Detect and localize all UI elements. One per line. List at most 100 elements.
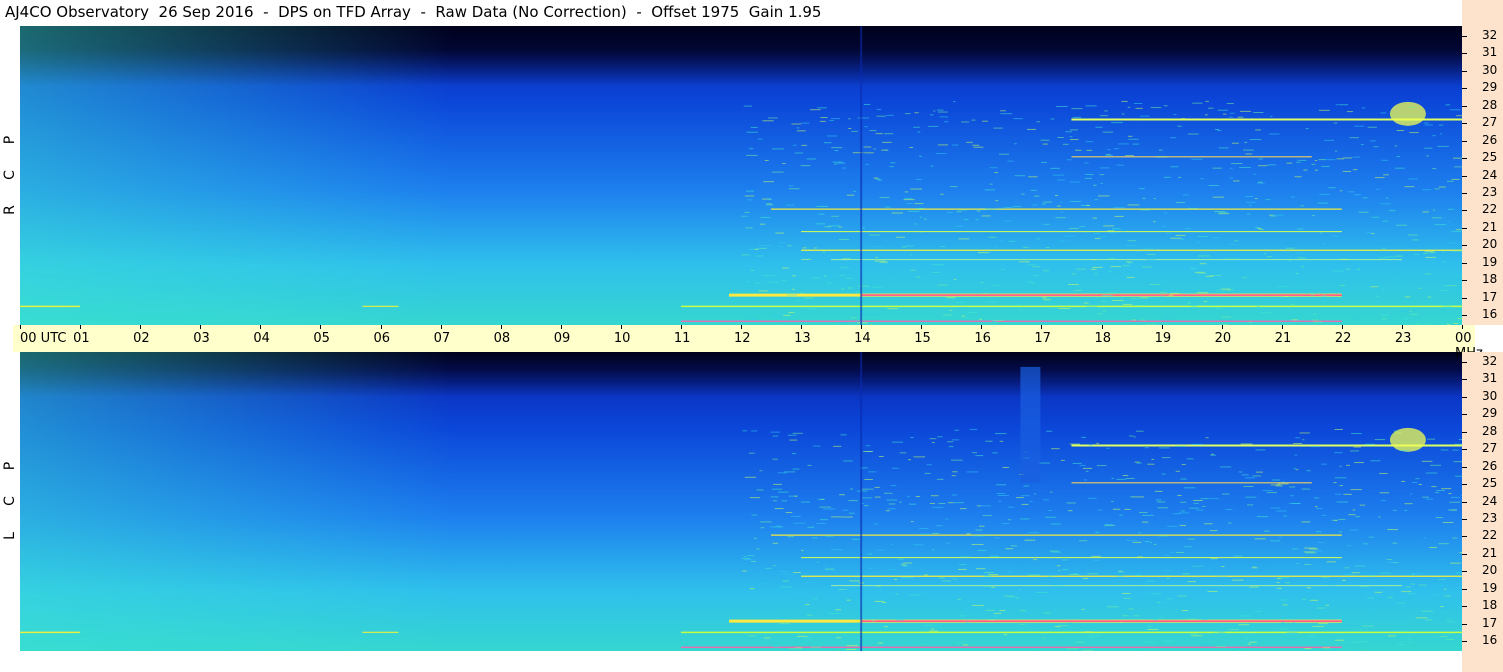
speckle bbox=[1442, 251, 1445, 253]
speckle bbox=[1319, 193, 1330, 195]
speckle bbox=[1429, 546, 1437, 548]
speckle bbox=[994, 612, 1002, 614]
speckle bbox=[959, 615, 967, 617]
time-tick-label: 04 bbox=[253, 331, 270, 346]
speckle bbox=[871, 620, 876, 622]
speckle bbox=[763, 611, 775, 613]
frequency-tick bbox=[1462, 210, 1467, 212]
speckle bbox=[755, 248, 759, 250]
speckle bbox=[1061, 559, 1068, 561]
speckle bbox=[956, 642, 964, 644]
speckle bbox=[1132, 496, 1145, 498]
speckle bbox=[1122, 475, 1129, 477]
speckle bbox=[883, 645, 890, 647]
speckle bbox=[1005, 548, 1014, 550]
speckle bbox=[1178, 176, 1182, 178]
time-tick-label: 18 bbox=[1094, 331, 1112, 346]
speckle bbox=[930, 165, 934, 167]
speckle bbox=[1220, 288, 1231, 290]
speckle bbox=[1028, 574, 1040, 576]
speckle bbox=[1232, 180, 1240, 182]
speckle bbox=[1093, 233, 1101, 235]
speckle bbox=[770, 496, 779, 498]
speckle bbox=[792, 468, 800, 470]
speckle bbox=[1222, 113, 1227, 115]
speckle bbox=[1126, 245, 1137, 247]
speckle bbox=[938, 503, 946, 505]
speckle bbox=[1254, 198, 1258, 200]
speckle bbox=[1263, 253, 1266, 255]
speckle bbox=[1000, 268, 1006, 270]
speckle bbox=[857, 322, 868, 324]
speckle bbox=[1094, 237, 1101, 239]
speckle bbox=[1362, 197, 1368, 199]
speckle bbox=[1070, 139, 1079, 141]
speckle bbox=[1319, 232, 1323, 234]
speckle bbox=[820, 498, 825, 500]
speckle bbox=[1088, 637, 1095, 639]
speckle bbox=[1334, 150, 1338, 152]
speckle bbox=[1431, 217, 1442, 219]
speckle bbox=[1285, 247, 1295, 249]
speckle bbox=[839, 274, 846, 276]
time-tick bbox=[380, 325, 382, 329]
speckle bbox=[957, 568, 967, 570]
speckle bbox=[1086, 149, 1092, 151]
speckle bbox=[981, 215, 991, 217]
time-tick bbox=[1281, 325, 1283, 329]
time-tick-label: 17 bbox=[1034, 331, 1051, 346]
speckle bbox=[960, 508, 967, 510]
speckle bbox=[1382, 289, 1385, 291]
speckle bbox=[1387, 596, 1393, 598]
speckle bbox=[915, 496, 920, 498]
speckle bbox=[988, 236, 997, 238]
speckle bbox=[809, 109, 821, 111]
speckle bbox=[755, 614, 761, 616]
speckle bbox=[1054, 194, 1058, 196]
speckle bbox=[922, 643, 927, 645]
speckle bbox=[779, 570, 789, 572]
speckle bbox=[741, 215, 748, 217]
speckle bbox=[778, 242, 785, 244]
speckle bbox=[897, 558, 904, 560]
speckle bbox=[819, 120, 826, 122]
speckle bbox=[1140, 319, 1147, 321]
speckle bbox=[1386, 561, 1399, 563]
speckle bbox=[1136, 298, 1141, 300]
speckle bbox=[1155, 499, 1162, 501]
speckle bbox=[1205, 100, 1209, 102]
speckle bbox=[862, 497, 873, 499]
speckle bbox=[1317, 623, 1329, 625]
speckle bbox=[873, 523, 879, 525]
speckle bbox=[886, 499, 898, 501]
speckle bbox=[1020, 269, 1026, 271]
speckle bbox=[1443, 595, 1451, 597]
speckle bbox=[746, 190, 755, 192]
speckle bbox=[1147, 253, 1156, 255]
speckle bbox=[751, 514, 758, 516]
speckle bbox=[1153, 544, 1157, 546]
speckle bbox=[819, 506, 832, 508]
speckle bbox=[1138, 532, 1141, 534]
speckle bbox=[1396, 156, 1400, 158]
speckle bbox=[1408, 638, 1413, 640]
speckle bbox=[1314, 313, 1317, 315]
speckle bbox=[1163, 176, 1171, 178]
speckle bbox=[1229, 116, 1233, 118]
speckle bbox=[1112, 508, 1121, 510]
speckle bbox=[1162, 570, 1173, 572]
time-tick bbox=[200, 325, 202, 329]
speckle bbox=[887, 508, 896, 510]
speckle bbox=[742, 430, 747, 432]
speckle bbox=[1411, 482, 1418, 484]
speckle bbox=[1174, 445, 1187, 447]
speckle bbox=[744, 195, 755, 197]
speckle bbox=[1151, 458, 1155, 460]
speckle bbox=[1032, 204, 1038, 206]
speckle bbox=[979, 208, 987, 210]
speckle bbox=[1304, 547, 1317, 549]
speckle bbox=[1084, 177, 1092, 179]
speckle bbox=[1309, 548, 1319, 550]
speckle bbox=[938, 577, 945, 579]
speckle bbox=[1107, 606, 1119, 608]
